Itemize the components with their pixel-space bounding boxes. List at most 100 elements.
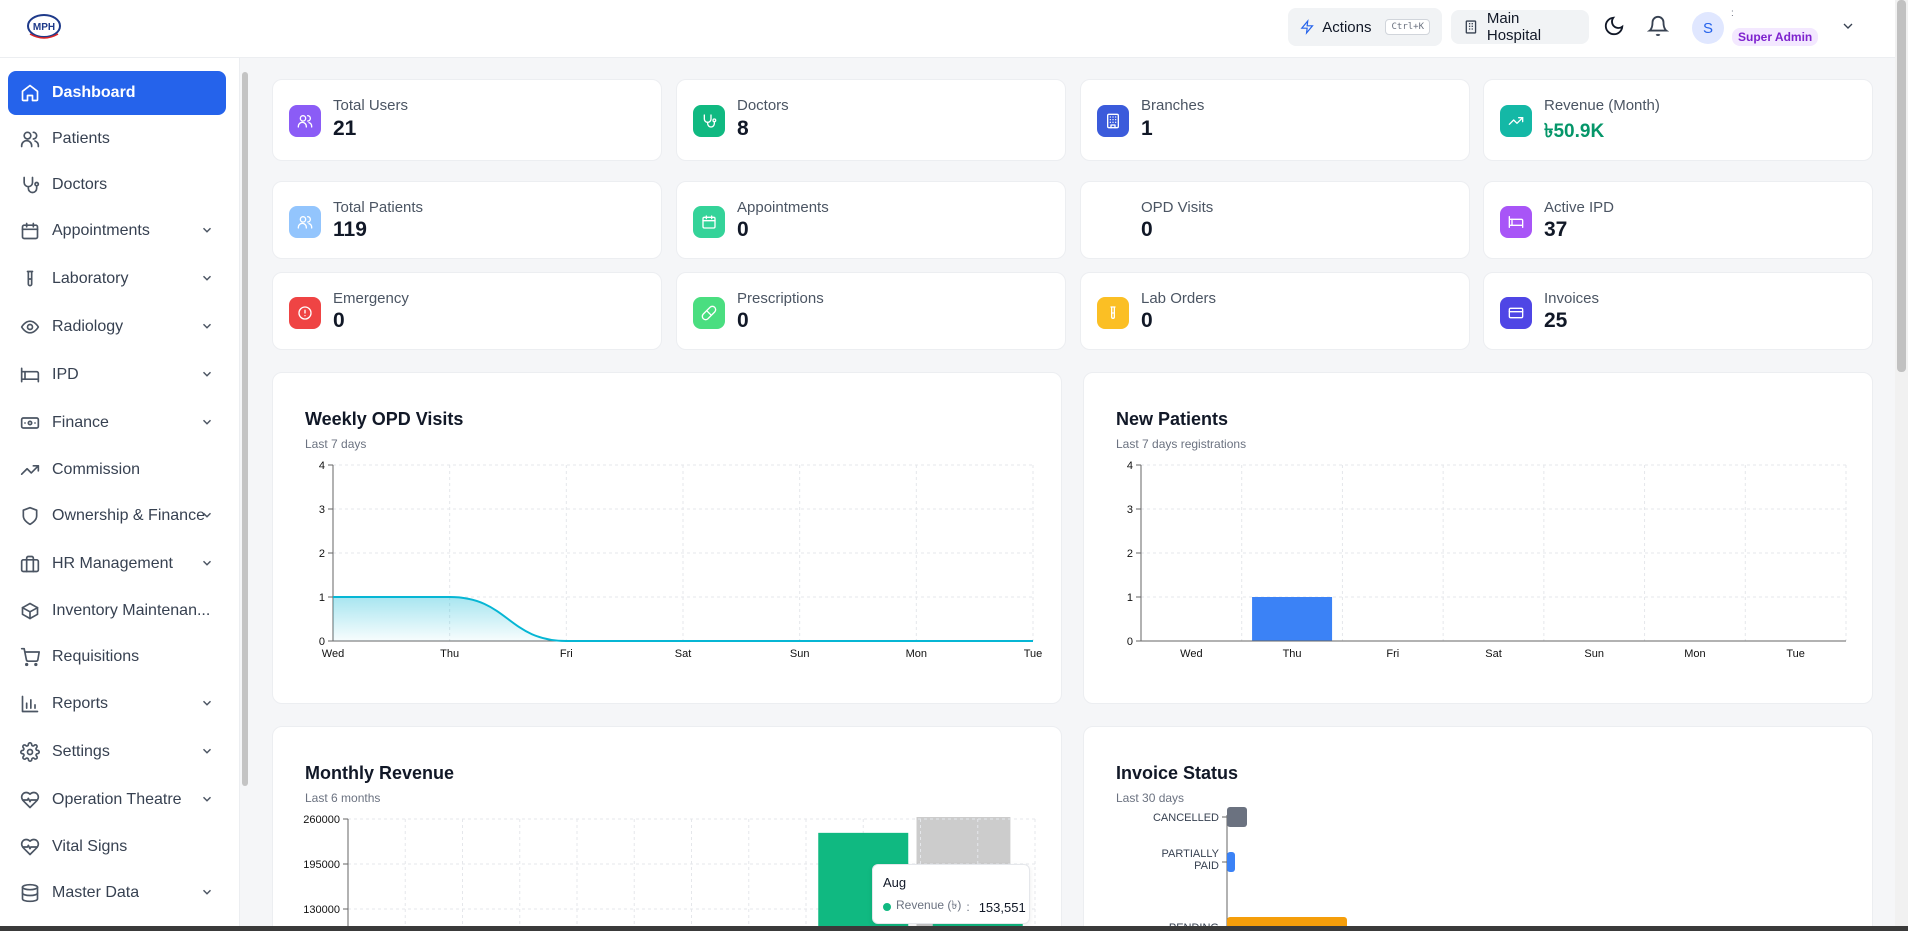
x-tick-label: Mon [906,648,927,660]
stat-card[interactable]: Prescriptions 0 [676,272,1066,350]
sidebar-icon [20,790,40,810]
stat-card[interactable]: Doctors 8 [676,79,1066,161]
stat-card[interactable]: Invoices 25 [1483,272,1873,350]
chevron-down-icon[interactable] [200,367,214,381]
chevron-down-icon[interactable] [200,271,214,285]
heart-pulse-icon [20,791,40,809]
cart-icon [20,647,41,667]
stat-icon-tile [289,297,321,329]
sidebar-item-14[interactable]: Settings [8,730,226,774]
chevron-down-icon[interactable] [200,885,214,899]
stat-icon-tile [1097,206,1129,238]
x-tick-label: Sat [675,648,692,660]
sidebar-scrollbar[interactable] [242,72,248,786]
sidebar-icon [20,83,40,103]
x-tick-label: Tue [1024,648,1043,660]
sidebar-icon [20,694,40,714]
sidebar-item-label: Doctors [52,176,108,193]
briefcase-icon [20,555,40,573]
sidebar-item-9[interactable]: Ownership & Finance [8,494,226,538]
sidebar-item-16[interactable]: Vital Signs [8,825,226,869]
chevron-down-icon[interactable] [200,744,214,758]
hospital-logo[interactable]: MPH [24,12,64,44]
stat-icon-tile [1500,105,1532,137]
stat-card[interactable]: Lab Orders 0 [1080,272,1470,350]
sidebar-item-11[interactable]: Inventory Maintenan... [8,589,226,633]
sidebar-item-10[interactable]: HR Management [8,542,226,586]
sidebar-icon [20,460,40,480]
chevron-down-icon[interactable] [200,696,214,710]
moon-icon[interactable] [1603,15,1625,37]
sidebar-item-0[interactable]: Dashboard [8,71,226,115]
weekly-opd-chart: 0 1 2 3 4 Wed Thu Fri Sat Sun Mon Tue [319,460,1043,660]
users-icon [20,131,40,148]
stat-card[interactable]: Total Users 21 [272,79,662,161]
building-icon [1107,113,1119,129]
branch-selector[interactable]: Main Hospital [1451,10,1589,44]
lightning-icon [1300,19,1314,35]
sidebar-item-label: Finance [52,414,109,431]
sidebar-item-17[interactable]: Master Data [8,871,226,915]
chevron-down-icon[interactable] [200,223,214,237]
bell-icon[interactable] [1647,15,1669,37]
y-tick-label: 3 [1127,504,1133,516]
stat-card[interactable]: OPD Visits 0 [1080,181,1470,259]
weekly-opd-card: Weekly OPD Visits Last 7 days 0 1 2 3 4 Wed Th… [272,372,1062,704]
sidebar-item-label: Commission [52,461,141,478]
avatar[interactable]: S [1692,12,1724,44]
actions-button[interactable]: Actions Ctrl+K [1288,8,1442,46]
sidebar-icon [20,647,41,667]
stat-card[interactable]: Total Patients 119 [272,181,662,259]
stat-card[interactable]: Revenue (Month) ৳50.9K [1483,79,1873,161]
y-tick-label: 0 [1127,636,1133,648]
chevron-down-icon[interactable] [200,508,214,522]
sidebar-icon [20,413,40,433]
y-tick-label: PARTIALLY [1162,848,1220,860]
stat-value: 0 [737,218,749,241]
chevron-down-icon[interactable] [1840,18,1856,34]
sidebar-item-15[interactable]: Operation Theatre [8,778,226,822]
y-tick-label: CANCELLED [1153,812,1219,824]
x-tick-label: Thu [440,648,459,660]
stat-value: 1 [1141,117,1153,140]
chevron-down-icon[interactable] [200,792,214,806]
sidebar-item-3[interactable]: Appointments [8,209,226,253]
stat-icon-tile [693,105,725,137]
building-icon [1465,20,1477,34]
window-bottom-edge [0,926,1908,931]
sidebar-item-13[interactable]: Reports [8,682,226,726]
sidebar-item-12[interactable]: Requisitions [8,635,226,679]
main-scrollbar-thumb[interactable] [1897,0,1906,372]
sidebar-item-1[interactable]: Patients [8,117,226,161]
y-tick-label: 0 [319,636,325,648]
stat-card[interactable]: Appointments 0 [676,181,1066,259]
stat-label: Prescriptions [737,290,824,307]
sidebar-icon [20,175,40,195]
tooltip-value: 153,551 [978,899,1026,915]
sidebar-item-label: IPD [52,366,79,383]
sidebar-item-7[interactable]: Finance [8,401,226,445]
chevron-down-icon[interactable] [200,556,214,570]
stat-card[interactable]: Emergency 0 [272,272,662,350]
sidebar-item-5[interactable]: Radiology [8,305,226,349]
stat-icon-tile [1500,206,1532,238]
stat-value: ৳50.9K [1544,121,1605,142]
top-bar: MPH Actions Ctrl+K Main Hospital S : Sup… [0,0,1895,58]
chevron-down-icon[interactable] [200,415,214,429]
chevron-down-icon[interactable] [200,319,214,333]
sidebar-item-4[interactable]: Laboratory [8,257,226,301]
sidebar-icon [20,601,40,621]
tooltip-title: Aug [883,875,907,890]
stat-value: 0 [737,309,749,332]
sidebar-item-6[interactable]: IPD [8,353,226,397]
sidebar-item-8[interactable]: Commission [8,448,226,492]
shortcut-badge: Ctrl+K [1385,19,1430,35]
stat-card[interactable]: Branches 1 [1080,79,1470,161]
stat-card[interactable]: Active IPD 37 [1483,181,1873,259]
sidebar-item-2[interactable]: Doctors [8,163,226,207]
stat-label: Emergency [333,290,409,307]
y-tick-label: 2 [1127,548,1133,560]
stat-label: Branches [1141,97,1205,114]
stat-value: 119 [333,218,367,241]
stethoscope-icon [23,176,40,194]
